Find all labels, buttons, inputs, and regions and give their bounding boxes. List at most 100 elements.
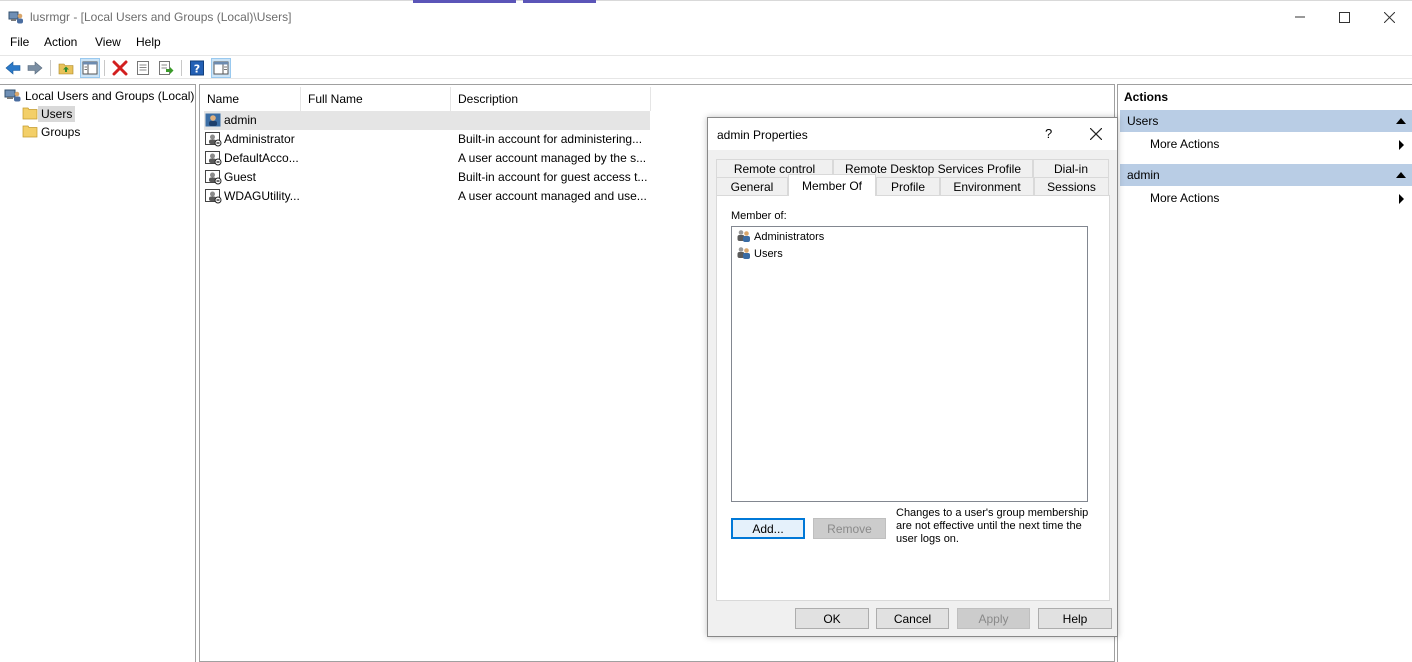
list-item[interactable]: Administrators (736, 229, 824, 245)
tree-root[interactable]: Local Users and Groups (Local) (4, 87, 197, 105)
more-actions-users[interactable]: More Actions (1150, 134, 1408, 154)
dialog-title-bar: admin Properties ? (708, 118, 1117, 150)
user-description: Built-in account for administering... (458, 132, 643, 146)
delete-icon[interactable] (110, 58, 130, 78)
table-row[interactable]: Administrator Built-in account for admin… (204, 130, 650, 149)
group-name: Users (754, 248, 783, 260)
console-tree: Local Users and Groups (Local) Users Gro… (0, 84, 196, 662)
dialog-title: admin Properties (717, 128, 808, 142)
table-row[interactable]: DefaultAcco... A user account managed by… (204, 149, 650, 168)
menu-action[interactable]: Action (44, 35, 77, 49)
show-hide-action-pane-icon[interactable] (211, 58, 231, 78)
section-header: Users (1127, 114, 1159, 128)
remove-button[interactable]: Remove (813, 518, 886, 539)
submenu-arrow-icon (1399, 140, 1404, 150)
user-name: Administrator (224, 132, 295, 146)
menu-help[interactable]: Help (136, 35, 161, 49)
member-of-page: Member of: Administrators Users Add... R… (716, 195, 1110, 601)
section-header: admin (1127, 168, 1160, 182)
user-disabled-icon (205, 188, 222, 204)
tab-dial-in[interactable]: Dial-in (1033, 159, 1109, 177)
help-icon[interactable]: ? (187, 58, 207, 78)
column-header-full-name[interactable]: Full Name (301, 87, 451, 111)
user-name: WDAGUtility... (224, 189, 300, 203)
member-of-label: Member of: (731, 210, 787, 222)
membership-note: Changes to a user's group membership are… (896, 507, 1089, 545)
actions-title: Actions (1124, 90, 1169, 104)
group-list[interactable]: Administrators Users (731, 226, 1088, 502)
dialog-close-button[interactable] (1084, 122, 1108, 146)
folder-icon (22, 124, 38, 141)
tree-item-users[interactable]: Users (22, 105, 76, 123)
export-list-icon[interactable] (156, 58, 176, 78)
actions-section-users[interactable]: Users (1120, 110, 1412, 132)
show-hide-tree-icon[interactable] (80, 58, 100, 78)
user-disabled-icon (205, 169, 222, 185)
tree-item-label: Groups (41, 125, 81, 139)
properties-icon[interactable] (133, 58, 153, 78)
svg-text:?: ? (194, 63, 200, 76)
more-actions-label: More Actions (1150, 191, 1220, 205)
forward-icon[interactable] (25, 58, 45, 78)
more-actions-admin[interactable]: More Actions (1150, 188, 1408, 208)
taskbar-accent (413, 0, 516, 3)
group-icon (736, 245, 754, 263)
more-actions-label: More Actions (1150, 137, 1220, 151)
minimize-button[interactable] (1277, 1, 1323, 33)
toolbar-separator (104, 60, 105, 76)
table-row[interactable]: Guest Built-in account for guest access … (204, 168, 650, 187)
user-description: A user account managed and use... (458, 189, 647, 203)
local-users-groups-icon (4, 87, 22, 106)
help-button[interactable]: Help (1038, 608, 1112, 629)
column-header-description[interactable]: Description (451, 87, 651, 111)
back-icon[interactable] (3, 58, 23, 78)
table-row[interactable]: WDAGUtility... A user account managed an… (204, 187, 650, 206)
submenu-arrow-icon (1399, 194, 1404, 204)
collapse-icon[interactable] (1396, 172, 1406, 178)
user-name: DefaultAcco... (224, 151, 299, 165)
menu-file[interactable]: File (10, 35, 29, 49)
window-title: lusrmgr - [Local Users and Groups (Local… (30, 10, 292, 24)
up-folder-icon[interactable] (56, 58, 76, 78)
tab-environment[interactable]: Environment (940, 177, 1034, 195)
tab-profile[interactable]: Profile (876, 177, 940, 195)
properties-dialog: admin Properties ? Remote control Remote… (707, 117, 1118, 637)
column-header-name[interactable]: Name (200, 87, 301, 111)
tree-root-label: Local Users and Groups (Local) (25, 89, 195, 103)
user-disabled-icon (205, 131, 222, 147)
ok-button[interactable]: OK (795, 608, 869, 629)
tab-general[interactable]: General (716, 177, 788, 195)
collapse-icon[interactable] (1396, 118, 1406, 124)
user-name: admin (224, 113, 257, 127)
tree-item-label: Users (38, 106, 76, 122)
tab-member-of[interactable]: Member Of (788, 174, 876, 196)
title-bar: lusrmgr - [Local Users and Groups (Local… (0, 0, 1412, 32)
folder-icon (22, 106, 38, 123)
apply-button[interactable]: Apply (957, 608, 1030, 629)
menu-view[interactable]: View (95, 35, 121, 49)
toolbar-separator (181, 60, 182, 76)
maximize-button[interactable] (1321, 1, 1367, 33)
actions-pane: Actions Users More Actions admin More Ac… (1117, 84, 1412, 662)
close-button[interactable] (1366, 1, 1412, 33)
user-icon (205, 112, 222, 128)
add-button[interactable]: Add... (731, 518, 805, 539)
tab-sessions[interactable]: Sessions (1034, 177, 1109, 195)
cancel-button[interactable]: Cancel (876, 608, 949, 629)
dialog-help-button[interactable]: ? (1045, 126, 1052, 141)
user-name: Guest (224, 170, 257, 184)
actions-section-admin[interactable]: admin (1120, 164, 1412, 186)
table-row[interactable]: admin (204, 111, 650, 130)
tree-item-groups[interactable]: Groups (22, 123, 83, 141)
user-description: A user account managed by the s... (458, 151, 647, 165)
user-disabled-icon (205, 150, 222, 166)
toolbar-separator (50, 60, 51, 76)
taskbar-accent (523, 0, 596, 3)
user-description: Built-in account for guest access t... (458, 170, 648, 184)
group-name: Administrators (754, 231, 825, 243)
list-item[interactable]: Users (736, 246, 783, 262)
computer-management-icon (8, 9, 24, 25)
group-icon (736, 228, 754, 246)
toolbar: ? (0, 55, 1412, 79)
menu-bar: File Action View Help (0, 32, 1412, 54)
